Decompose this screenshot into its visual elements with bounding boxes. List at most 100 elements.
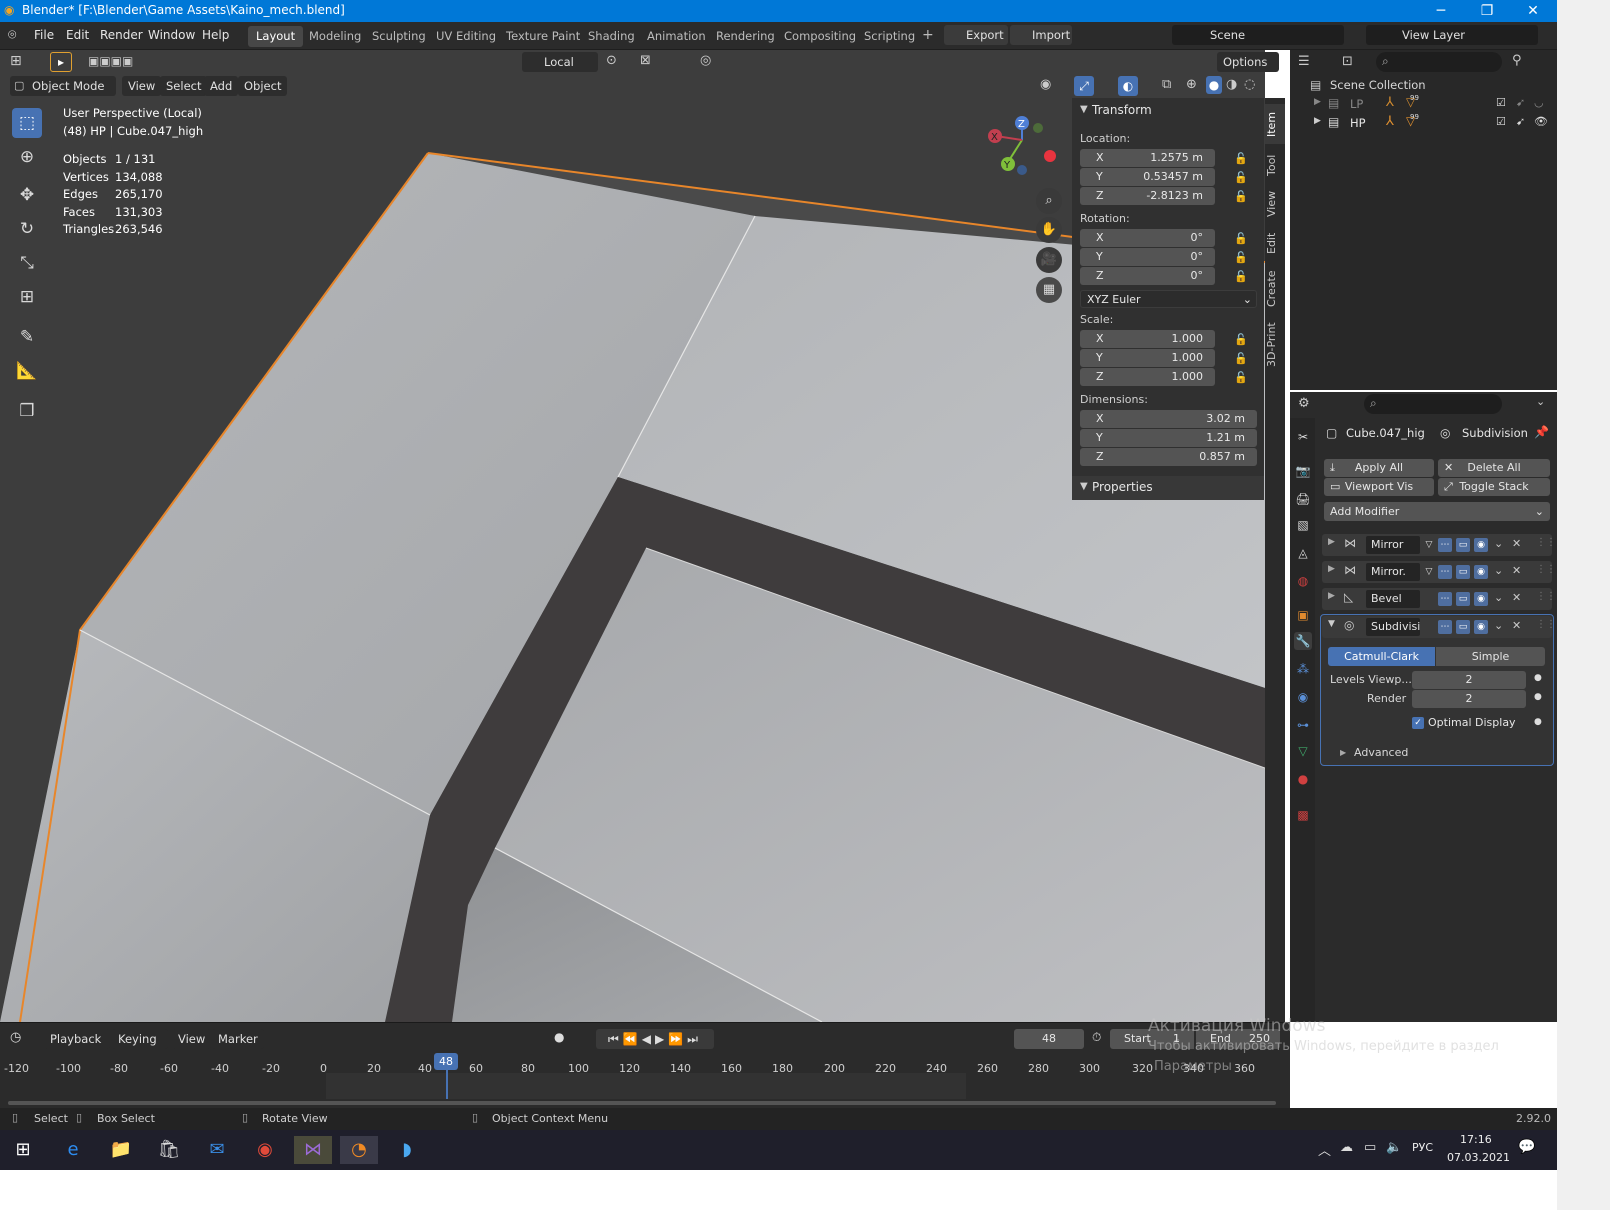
apply-all-button[interactable]: ⤓ Apply All xyxy=(1324,459,1434,477)
cursor-icon[interactable]: ⊕ xyxy=(12,142,42,172)
object-tab-icon[interactable]: ▣ xyxy=(1294,606,1312,624)
onedrive-icon[interactable]: ☁ xyxy=(1340,1140,1353,1155)
measure-icon[interactable]: 📐 xyxy=(12,356,42,386)
advanced-subpanel[interactable]: Advanced xyxy=(1354,746,1408,759)
transform-pivot-dropdown[interactable]: Local xyxy=(522,52,598,72)
expand-arrow-icon[interactable]: ▶ xyxy=(1328,537,1335,547)
properties-search-input[interactable]: ⌕ xyxy=(1364,394,1502,414)
rotation-z-field[interactable]: Z 0° xyxy=(1080,267,1215,285)
blender-taskbar-icon[interactable]: ◔ xyxy=(340,1136,378,1164)
add-modifier-dropdown[interactable]: Add Modifier ⌄ xyxy=(1324,502,1550,521)
start-windows-icon[interactable]: ⊞ xyxy=(8,1136,38,1164)
modifier-name-field[interactable]: Bevel xyxy=(1366,590,1420,608)
tool-tab-icon[interactable]: ✂ xyxy=(1294,428,1312,446)
render-icon[interactable]: ◉ xyxy=(1474,620,1488,634)
lock-icon[interactable]: 🔓 xyxy=(1234,171,1248,185)
select-arrow-icon[interactable]: ➹ xyxy=(1516,96,1525,109)
tab-texture-paint[interactable]: Texture Paint xyxy=(498,26,588,47)
lock-icon[interactable]: 🔓 xyxy=(1234,232,1248,246)
modifier-subdivision[interactable]: ▼ ◎ Subdivisi... ⋯ ▭ ◉ ⌄ ✕ ⋮⋮ xyxy=(1322,616,1556,638)
rendered-shading-icon[interactable]: ◌ xyxy=(1244,77,1255,92)
modifier-mirror-2[interactable]: ▶ ⋈ Mirror. ▽ ⋯ ▭ ◉ ⌄ ✕ ⋮⋮ xyxy=(1322,561,1556,583)
on-cage-icon[interactable]: ⋯ xyxy=(1438,538,1452,552)
zoom-icon[interactable]: ⌕ xyxy=(1036,188,1062,214)
outliner-row-hp[interactable]: ▶ ▤ HP ⅄ ▽ 99 ☑ ➹ 👁 xyxy=(1290,113,1557,133)
tab-animation[interactable]: Animation xyxy=(639,26,714,47)
tab-sculpting[interactable]: Sculpting xyxy=(364,26,434,47)
texture-tab-icon[interactable]: ▩ xyxy=(1294,806,1312,824)
display-mode-icon[interactable]: ⊡ xyxy=(1342,54,1353,69)
simple-toggle[interactable]: Simple xyxy=(1436,647,1545,666)
edit-mode-icon[interactable]: ▽ xyxy=(1422,538,1436,552)
lock-icon[interactable]: 🔓 xyxy=(1234,190,1248,204)
move-icon[interactable]: ✥ xyxy=(12,180,42,210)
gizmo-toggle-icon[interactable]: ⤢ xyxy=(1074,76,1094,96)
particles-tab-icon[interactable]: ⁂ xyxy=(1294,660,1312,678)
chevron-down-icon[interactable]: ⌄ xyxy=(1494,619,1503,632)
ortho-grid-icon[interactable]: ▦ xyxy=(1036,277,1062,303)
tab-scripting[interactable]: Scripting xyxy=(856,26,923,47)
expand-arrow-icon[interactable]: ▶ xyxy=(1340,748,1346,757)
on-cage-icon[interactable]: ⋯ xyxy=(1438,620,1452,634)
minimize-button[interactable]: ─ xyxy=(1418,0,1464,22)
modifier-bevel[interactable]: ▶ ◺ Bevel ⋯ ▭ ◉ ⌄ ✕ ⋮⋮ xyxy=(1322,588,1556,610)
rotation-y-field[interactable]: Y 0° xyxy=(1080,248,1215,266)
import-button[interactable]: Import xyxy=(1010,25,1072,45)
xray-icon[interactable]: ⧉ xyxy=(1162,77,1171,92)
pan-hand-icon[interactable]: ✋ xyxy=(1036,217,1062,243)
object-mode-dropdown[interactable]: Object Mode xyxy=(10,76,116,96)
location-y-field[interactable]: Y 0.53457 m xyxy=(1080,168,1215,186)
menu-object[interactable]: Object xyxy=(238,76,288,96)
export-button[interactable]: Export xyxy=(944,25,1008,45)
dimensions-x-field[interactable]: X 3.02 m xyxy=(1080,410,1257,428)
add-workspace-icon[interactable]: + xyxy=(922,27,934,43)
tab-edit[interactable]: Edit xyxy=(1265,228,1285,258)
outliner-row-lp[interactable]: ▶ ▤ LP ⅄ ▽ 99 ☑ ➹ ◡ xyxy=(1290,94,1557,114)
keying-menu[interactable]: Keying xyxy=(112,1029,168,1049)
toggle-stack-button[interactable]: ⤢ Toggle Stack xyxy=(1438,478,1550,496)
select-box-icon[interactable]: ⬚ xyxy=(12,108,42,138)
realtime-icon[interactable]: ▭ xyxy=(1456,592,1470,606)
clock-date[interactable]: 07.03.2021 xyxy=(1447,1151,1510,1164)
chrome-icon[interactable]: ◉ xyxy=(250,1136,280,1164)
output-tab-icon[interactable]: 🖨 xyxy=(1294,490,1312,508)
options-dropdown[interactable]: Options xyxy=(1217,52,1279,72)
expand-arrow-icon[interactable]: ▶ xyxy=(1314,116,1321,126)
lock-icon[interactable]: 🔓 xyxy=(1234,352,1248,366)
app-taskbar-icon[interactable]: ◗ xyxy=(392,1136,422,1164)
close-button[interactable]: ✕ xyxy=(1510,0,1556,22)
mail-icon[interactable]: ✉ xyxy=(202,1136,232,1164)
lock-icon[interactable]: 🔓 xyxy=(1234,251,1248,265)
viewport-vis-button[interactable]: ▭ Viewport Vis xyxy=(1324,478,1434,496)
tab-3d-print[interactable]: 3D-Print xyxy=(1265,320,1285,370)
chevron-down-icon[interactable]: ⌄ xyxy=(1536,395,1545,408)
scale-icon[interactable]: ⤡ xyxy=(12,248,42,278)
data-tab-icon[interactable]: ▽ xyxy=(1294,742,1312,760)
levels-viewport-field[interactable]: 2 xyxy=(1412,671,1526,689)
tray-chevron-icon[interactable]: ︿ xyxy=(1318,1140,1331,1159)
location-z-field[interactable]: Z -2.8123 m xyxy=(1080,187,1215,205)
notifications-icon[interactable]: 💬 xyxy=(1518,1139,1535,1155)
modifier-name-field[interactable]: Mirror. xyxy=(1366,563,1420,581)
properties-panel-header[interactable]: ▼ Properties xyxy=(1072,476,1264,500)
modifier-name-field[interactable]: Mirror xyxy=(1366,536,1420,554)
navigation-gizmo[interactable]: Z X Y xyxy=(980,110,1060,190)
properties-editor-icon[interactable]: ⚙ xyxy=(1298,396,1310,411)
current-frame-marker[interactable]: 48 xyxy=(434,1053,458,1070)
drag-handle-icon[interactable]: ⋮⋮ xyxy=(1536,564,1556,575)
collapse-arrow-icon[interactable]: ▼ xyxy=(1328,619,1335,629)
expand-arrow-icon[interactable]: ▶ xyxy=(1314,97,1321,107)
outliner-editor-icon[interactable]: ☰ xyxy=(1298,54,1310,69)
scale-x-field[interactable]: X 1.000 xyxy=(1080,330,1215,348)
keyframe-dot-icon[interactable]: ● xyxy=(1534,673,1542,683)
tab-modeling[interactable]: Modeling xyxy=(301,26,369,47)
lock-icon[interactable]: 🔓 xyxy=(1234,333,1248,347)
menu-edit[interactable]: Edit xyxy=(66,28,89,42)
visibility-icon[interactable]: ◉ xyxy=(1040,77,1051,92)
wireframe-shading-icon[interactable]: ⊕ xyxy=(1186,77,1197,92)
scene-collection-label[interactable]: Scene Collection xyxy=(1330,78,1426,92)
render-icon[interactable]: ◉ xyxy=(1474,592,1488,606)
blender-menu-icon[interactable]: ⌾ xyxy=(8,27,16,43)
transform-collapse-icon[interactable]: ▼ xyxy=(1080,104,1088,115)
marker-menu[interactable]: Marker xyxy=(212,1029,264,1049)
